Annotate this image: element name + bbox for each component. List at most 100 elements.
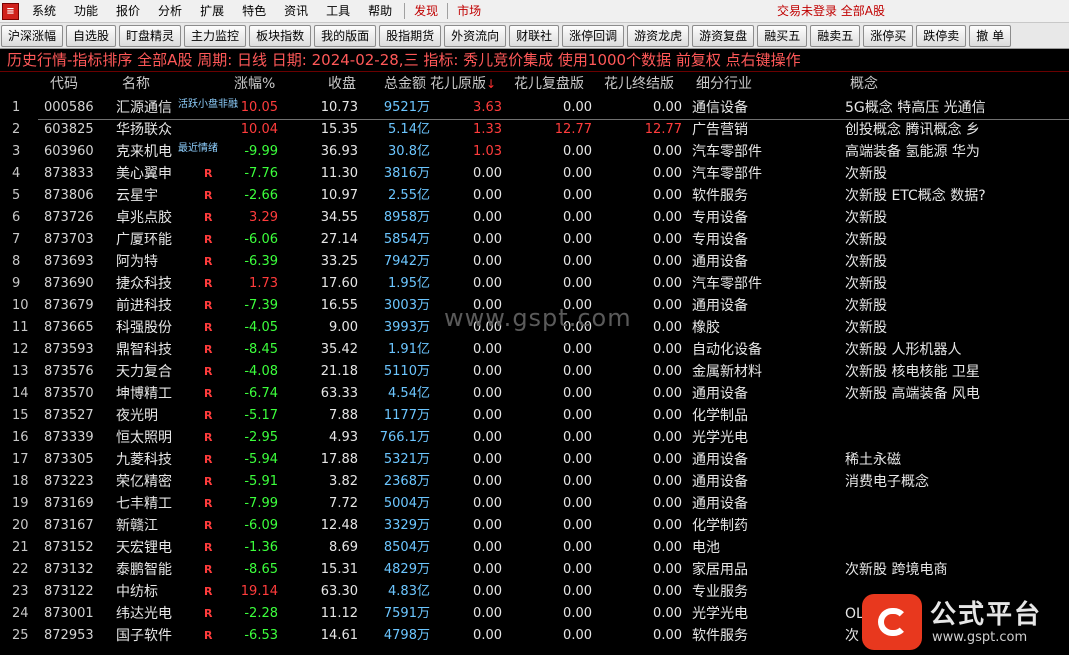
row-index: 24 bbox=[12, 606, 29, 621]
table-row[interactable]: 21 873152 天宏锂电 R -1.36 8.69 8504万 0.00 0.00 0.00 电… bbox=[0, 537, 1069, 559]
amount-unit: 万 bbox=[416, 452, 430, 467]
stock-code: 603825 bbox=[44, 122, 94, 137]
toolbar-button-dragon-tiger[interactable]: 游资龙虎 bbox=[627, 24, 690, 47]
close-price: 14.61 bbox=[320, 628, 358, 643]
table-row[interactable]: 20 873167 新赣江 R -6.09 12.48 3329万 0.00 0.00 0.00 化… bbox=[0, 515, 1069, 537]
toolbar-button-hs-rank[interactable]: 沪深涨幅 bbox=[1, 24, 64, 47]
toolbar-button-cancel-order[interactable]: 撤 单 bbox=[969, 24, 1012, 47]
toolbar-button-foreign-flow[interactable]: 外资流向 bbox=[444, 24, 507, 47]
close-price: 33.25 bbox=[320, 254, 358, 269]
stock-name: 鼎智科技 bbox=[116, 342, 172, 358]
menu-quote[interactable]: 报价 bbox=[107, 0, 149, 23]
header-code[interactable]: 代码 bbox=[50, 73, 78, 95]
indicator-final: 0.00 bbox=[653, 188, 682, 203]
menu-features[interactable]: 特色 bbox=[233, 0, 275, 23]
menu-function[interactable]: 功能 bbox=[65, 0, 107, 23]
change-percent: -6.09 bbox=[244, 518, 278, 533]
margin-flag: R bbox=[204, 277, 213, 290]
table-row[interactable]: 4 873833 美心翼申 R -7.76 11.30 3816万 0.00 0.00 0.00 汽… bbox=[0, 163, 1069, 185]
industry: 专用设备 bbox=[692, 210, 748, 226]
margin-flag: R bbox=[204, 519, 213, 532]
table-row[interactable]: 9 873690 捷众科技 R 1.73 17.60 1.95亿 0.00 0.00 0.00 汽车… bbox=[0, 273, 1069, 295]
row-tag: 最近情绪 bbox=[178, 143, 218, 154]
toolbar-button-futures[interactable]: 股指期货 bbox=[379, 24, 442, 47]
indicator-original: 0.00 bbox=[473, 342, 502, 357]
indicator-review: 0.00 bbox=[563, 430, 592, 445]
amount-value: 4829 bbox=[383, 562, 417, 577]
indicator-final: 0.00 bbox=[653, 210, 682, 225]
menu-help[interactable]: 帮助 bbox=[359, 0, 401, 23]
menu-tools[interactable]: 工具 bbox=[317, 0, 359, 23]
change-percent: -7.99 bbox=[244, 496, 278, 511]
header-amount[interactable]: 总金额 bbox=[384, 73, 426, 95]
table-row[interactable]: 2 603825 华扬联众 10.04 15.35 5.14亿 1.33 12.77 12.77… bbox=[0, 119, 1069, 141]
toolbar-button-my-layout[interactable]: 我的版面 bbox=[314, 24, 377, 47]
close-price: 63.33 bbox=[320, 386, 358, 401]
indicator-original: 0.00 bbox=[473, 496, 502, 511]
toolbar-button-watchlist[interactable]: 自选股 bbox=[66, 24, 117, 47]
toolbar-button-margin-sell5[interactable]: 融卖五 bbox=[810, 24, 861, 47]
menu-market[interactable]: 市场 bbox=[451, 0, 487, 23]
concept: 创投概念 腾讯概念 乡 bbox=[845, 122, 980, 138]
header-v3[interactable]: 花儿终结版 bbox=[604, 73, 674, 95]
menu-news[interactable]: 资讯 bbox=[275, 0, 317, 23]
table-row[interactable]: 6 873726 卓兆点胶 R 3.29 34.55 8958万 0.00 0.00 0.00 专用… bbox=[0, 207, 1069, 229]
table-row[interactable]: 13 873576 天力复合 R -4.08 21.18 5110万 0.00 0.00 0.00… bbox=[0, 361, 1069, 383]
menu-discover[interactable]: 发现 bbox=[408, 0, 444, 23]
header-industry[interactable]: 细分行业 bbox=[696, 73, 752, 95]
table-row[interactable]: 12 873593 鼎智科技 R -8.45 35.42 1.91亿 0.00 0.00 0.00… bbox=[0, 339, 1069, 361]
toolbar-button-limit-pullback[interactable]: 涨停回调 bbox=[562, 24, 625, 47]
indicator-original: 0.00 bbox=[473, 584, 502, 599]
industry: 化学制品 bbox=[692, 408, 748, 424]
login-status[interactable]: 交易未登录 全部A股 bbox=[777, 0, 885, 23]
margin-flag: R bbox=[204, 607, 213, 620]
menu-analysis[interactable]: 分析 bbox=[149, 0, 191, 23]
table-row[interactable]: 8 873693 阿为特 R -6.39 33.25 7942万 0.00 0.00 0.00 通用… bbox=[0, 251, 1069, 273]
app-logo-icon[interactable]: ≡ bbox=[2, 2, 19, 20]
table-row[interactable]: 22 873132 泰鹏智能 R -8.65 15.31 4829万 0.00 0.00 0.00… bbox=[0, 559, 1069, 581]
toolbar-button-monitor-spirit[interactable]: 盯盘精灵 bbox=[119, 24, 182, 47]
margin-flag: R bbox=[204, 321, 213, 334]
industry: 汽车零部件 bbox=[692, 276, 762, 292]
toolbar-button-limit-up-buy[interactable]: 涨停买 bbox=[863, 24, 914, 47]
toolbar-button-hot-review[interactable]: 游资复盘 bbox=[692, 24, 755, 47]
table-row[interactable]: 17 873305 九菱科技 R -5.94 17.88 5321万 0.00 0.00 0.00… bbox=[0, 449, 1069, 471]
header-close[interactable]: 收盘 bbox=[328, 73, 356, 95]
table-row[interactable]: 18 873223 荣亿精密 R -5.91 3.82 2368万 0.00 0.00 0.00 通… bbox=[0, 471, 1069, 493]
toolbar-button-main-force[interactable]: 主力监控 bbox=[184, 24, 247, 47]
table-row[interactable]: 16 873339 恒太照明 R -2.95 4.93 766.1万 0.00 0.00 0.00… bbox=[0, 427, 1069, 449]
row-index: 20 bbox=[12, 518, 29, 533]
toolbar-button-margin-buy5[interactable]: 融买五 bbox=[757, 24, 808, 47]
header-chg[interactable]: 涨幅% bbox=[234, 73, 275, 95]
table-row[interactable]: 3 603960 克来机电 -9.99 36.93 30.8亿 1.03 0.00 0.00 汽车… bbox=[0, 141, 1069, 163]
close-price: 16.55 bbox=[320, 298, 358, 313]
table-row[interactable]: 1 000586 汇源通信 10.05 10.73 9521万 3.63 0.00 0.00 通信… bbox=[0, 97, 1069, 119]
indicator-review: 0.00 bbox=[563, 342, 592, 357]
menu-system[interactable]: 系统 bbox=[23, 0, 65, 23]
indicator-original: 0.00 bbox=[473, 518, 502, 533]
indicator-original: 0.00 bbox=[473, 276, 502, 291]
amount-unit: 万 bbox=[416, 166, 430, 181]
menu-extension[interactable]: 扩展 bbox=[191, 0, 233, 23]
change-percent: -6.74 bbox=[244, 386, 278, 401]
header-v1[interactable]: 花儿原版↓ bbox=[430, 73, 496, 95]
indicator-review: 0.00 bbox=[563, 584, 592, 599]
indicator-review: 0.00 bbox=[563, 452, 592, 467]
table-row[interactable]: 5 873806 云星宇 R -2.66 10.97 2.55亿 0.00 0.00 0.00 软件… bbox=[0, 185, 1069, 207]
header-v2[interactable]: 花儿复盘版 bbox=[514, 73, 584, 95]
total-amount: 1.91亿 bbox=[364, 339, 430, 361]
header-name[interactable]: 名称 bbox=[122, 73, 150, 95]
toolbar-button-sector-index[interactable]: 板块指数 bbox=[249, 24, 312, 47]
toolbar-button-cls[interactable]: 财联社 bbox=[509, 24, 560, 47]
indicator-original: 0.00 bbox=[473, 628, 502, 643]
amount-value: 8504 bbox=[383, 540, 417, 555]
stock-code: 872953 bbox=[44, 628, 94, 643]
table-row[interactable]: 19 873169 七丰精工 R -7.99 7.72 5004万 0.00 0.00 0.00 通… bbox=[0, 493, 1069, 515]
header-concept[interactable]: 概念 bbox=[850, 73, 878, 95]
table-row[interactable]: 14 873570 坤博精工 R -6.74 63.33 4.54亿 0.00 0.00 0.00… bbox=[0, 383, 1069, 405]
table-row[interactable]: 7 873703 广厦环能 R -6.06 27.14 5854万 0.00 0.00 0.00 专… bbox=[0, 229, 1069, 251]
table-row[interactable]: 15 873527 夜光明 R -5.17 7.88 1177万 0.00 0.00 0.00 化学… bbox=[0, 405, 1069, 427]
toolbar-button-limit-down-sell[interactable]: 跌停卖 bbox=[916, 24, 967, 47]
indicator-review: 0.00 bbox=[563, 210, 592, 225]
amount-unit: 万 bbox=[416, 364, 430, 379]
